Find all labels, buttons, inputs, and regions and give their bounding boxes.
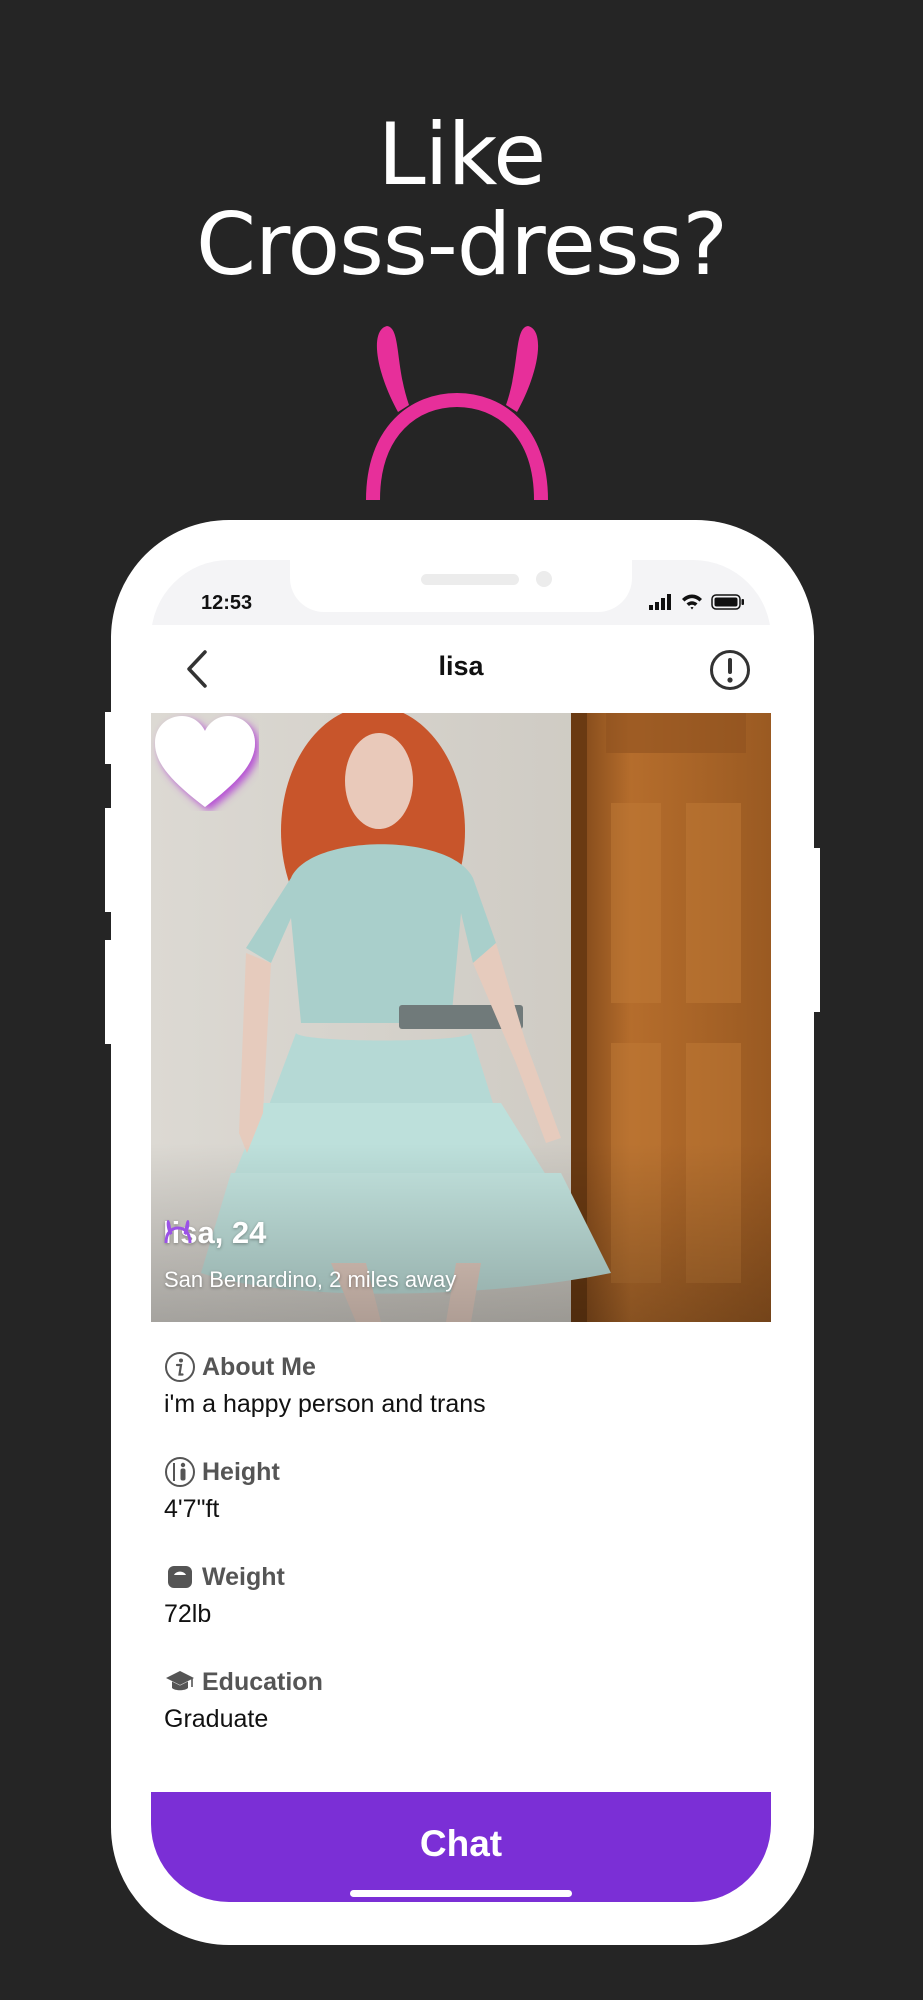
app-promo-page: Like Cross-dress? 12:53 lisa lisa, 24 Sa… (0, 0, 923, 2000)
notch (290, 560, 632, 612)
info-label-height: Height (202, 1457, 280, 1486)
front-camera (536, 571, 552, 587)
heart-icon (155, 716, 255, 807)
info-label-about-me: About Me (202, 1352, 316, 1381)
info-value-weight: 72lb (164, 1600, 212, 1628)
status-icons (649, 592, 745, 612)
info-label-education: Education (202, 1667, 323, 1696)
speaker-grill (421, 574, 519, 585)
profile-name-row: lisa, 24 (163, 1215, 266, 1251)
nav-title: lisa (438, 651, 484, 681)
bunny-ears-icon (164, 1220, 192, 1244)
info-education: Education Graduate (164, 1665, 754, 1770)
profile-location: San Bernardino, 2 miles away (164, 1267, 457, 1292)
profile-photo[interactable]: lisa, 24 San Bernardino, 2 miles away (151, 713, 771, 1322)
headline-line-2: Cross-dress? (195, 195, 728, 295)
phone-screen: 12:53 lisa lisa, 24 San Bernardino, 2 mi… (151, 560, 771, 1902)
profile-info-list: About Me i'm a happy person and trans He… (164, 1350, 754, 1770)
home-indicator[interactable] (350, 1890, 572, 1897)
chat-button[interactable]: Chat (151, 1792, 771, 1902)
info-value-height: 4'7"ft (164, 1495, 220, 1523)
battery-icon (711, 594, 744, 610)
report-button[interactable] (709, 649, 751, 691)
status-time: 12:53 (201, 592, 253, 614)
info-value-about-me: i'm a happy person and trans (164, 1390, 486, 1418)
promo-headline: Like Cross-dress? (0, 110, 923, 290)
signal-icon (649, 594, 671, 610)
nav-bar: lisa (151, 625, 771, 713)
info-about-me: About Me i'm a happy person and trans (164, 1350, 754, 1455)
info-height: Height 4'7"ft (164, 1455, 754, 1560)
info-label-weight: Weight (202, 1562, 285, 1591)
graduation-cap-icon (166, 1671, 194, 1691)
phone-frame: 12:53 lisa lisa, 24 San Bernardino, 2 mi… (111, 520, 814, 1945)
info-icon (165, 1352, 195, 1382)
info-weight: Weight 72lb (164, 1560, 754, 1665)
height-icon (165, 1457, 195, 1487)
like-button[interactable] (151, 713, 259, 811)
info-value-education: Graduate (164, 1705, 269, 1733)
bunny-ears-headband-icon (366, 326, 548, 500)
status-bar: 12:53 (151, 560, 771, 625)
scale-icon (168, 1566, 192, 1588)
wifi-icon (682, 594, 702, 610)
headline-line-1: Like (377, 105, 546, 205)
